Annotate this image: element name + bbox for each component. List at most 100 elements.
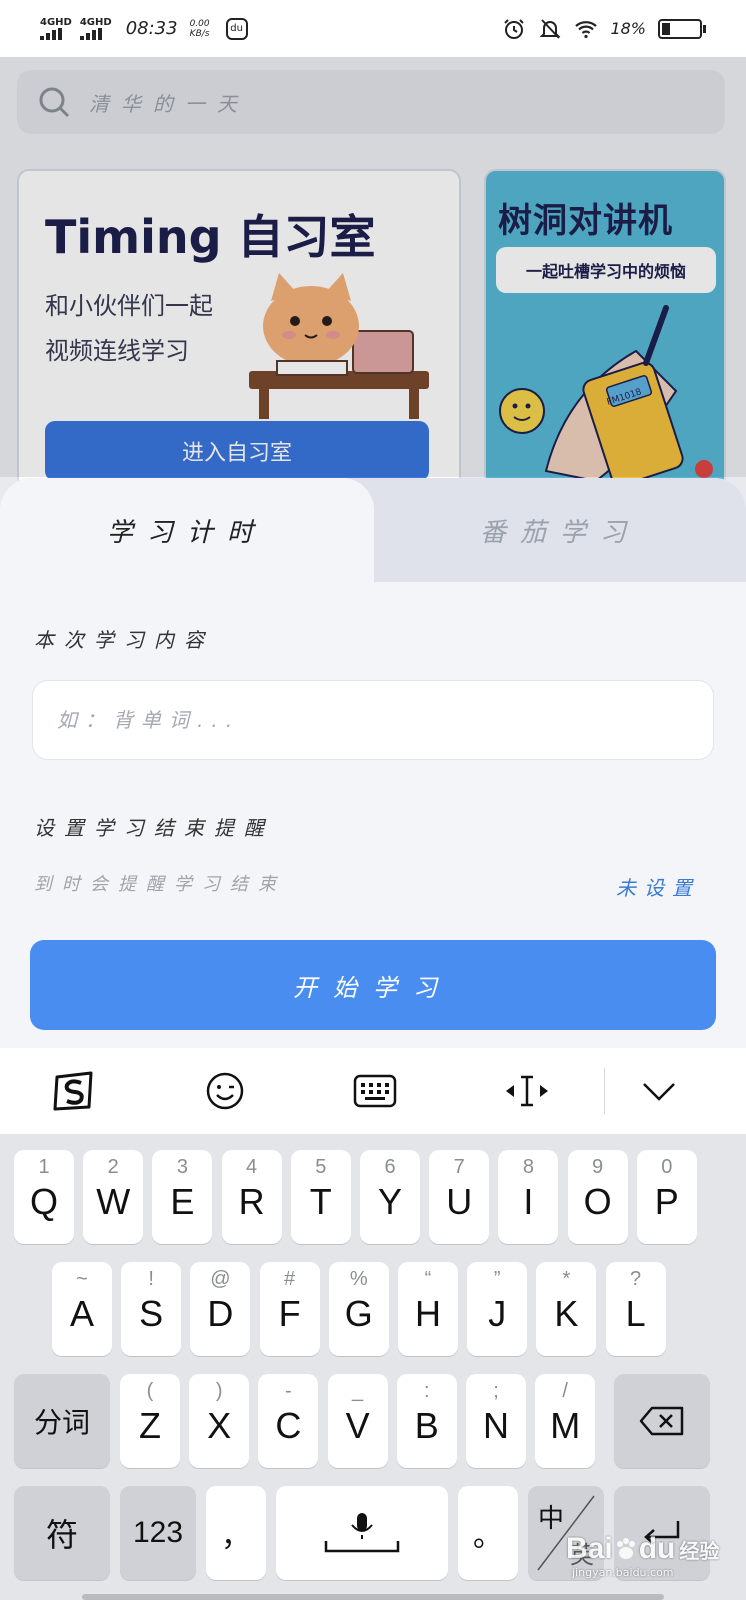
app-notification-icon: du — [225, 17, 248, 40]
key-p[interactable]: 0P — [636, 1150, 697, 1244]
end-reminder-setting[interactable]: 未设置 — [616, 872, 700, 901]
key-label: R — [238, 1181, 265, 1222]
segment-key[interactable]: 分词 — [14, 1374, 110, 1468]
hide-keyboard-button[interactable] — [632, 1064, 686, 1118]
key-d[interactable]: @ D — [190, 1262, 251, 1356]
key-label: P — [654, 1181, 679, 1222]
key-g[interactable]: % G — [328, 1262, 389, 1356]
key-label: ， — [221, 1520, 251, 1553]
cursor-move-button[interactable] — [500, 1064, 554, 1118]
soft-keyboard: 1 Q 2 W 3 E 4 R 5 T 6 Y 7 U 8 I 9 O 0 P ~ A! S @ D # F% G “H” J * K? L 分词… — [0, 1134, 746, 1600]
status-bar: 4GHD 4GHD 08:33 0.00 KB/s du 18% — [0, 0, 746, 57]
key-hint: ) — [215, 1380, 223, 1402]
key-label: 分词 — [33, 1407, 90, 1438]
network-speed-unit: KB/s — [189, 28, 210, 39]
wifi-icon — [575, 20, 598, 38]
key-label: Z — [139, 1405, 161, 1446]
key-r[interactable]: 4R — [221, 1150, 282, 1244]
signal-sim2: 4GHD — [79, 16, 112, 40]
key-hint: : — [424, 1380, 430, 1402]
key-hint: ” — [493, 1268, 501, 1290]
signal-label: 4GHD — [79, 16, 112, 28]
keyboard-icon — [353, 1074, 397, 1108]
sogou-logo-button[interactable] — [46, 1064, 100, 1118]
key-e[interactable]: 3E — [152, 1150, 213, 1244]
home-indicator[interactable] — [82, 1594, 664, 1600]
key-i[interactable]: 8I — [498, 1150, 559, 1244]
key-label: K — [554, 1293, 579, 1334]
key-k[interactable]: * K — [536, 1262, 597, 1356]
key-l[interactable]: ? L — [605, 1262, 666, 1356]
key-label: Y — [377, 1181, 402, 1222]
end-reminder-description: 到时会提醒学习结束 — [34, 874, 286, 895]
key-h[interactable]: “H — [398, 1262, 458, 1356]
emoji-button[interactable] — [198, 1064, 252, 1118]
key-label: S — [139, 1293, 164, 1334]
mute-bell-icon — [540, 18, 561, 39]
symbol-key[interactable]: 符 — [14, 1486, 110, 1580]
key-b[interactable]: :B — [396, 1374, 457, 1468]
start-study-button[interactable]: 开始学习 — [30, 940, 716, 1030]
key-hint: / — [562, 1380, 568, 1402]
space-key[interactable] — [276, 1486, 448, 1580]
key-label: Q — [29, 1181, 58, 1222]
key-y[interactable]: 6Y — [360, 1150, 420, 1244]
key-q[interactable]: 1Q — [14, 1150, 74, 1244]
key-hint: ! — [148, 1268, 154, 1290]
key-hint: 1 — [38, 1156, 50, 1178]
key-label: H — [415, 1293, 441, 1334]
key-w[interactable]: 2W — [83, 1150, 144, 1244]
key-label: W — [96, 1181, 131, 1222]
number-key[interactable]: 123 — [120, 1486, 196, 1580]
key-label: L — [625, 1293, 646, 1334]
key-hint: ( — [146, 1380, 154, 1402]
end-reminder-label: 设置学习结束提醒 — [34, 816, 274, 840]
key-hint: 2 — [107, 1156, 119, 1178]
baidu-jingyan-watermark: Bai du 经验 jingyan.baidu.com — [566, 1532, 736, 1592]
key-o[interactable]: 9O — [567, 1150, 628, 1244]
keyboard-switch-button[interactable] — [348, 1064, 402, 1118]
chevron-down-icon — [643, 1083, 675, 1101]
status-time: 08:33 — [125, 18, 178, 39]
key-s[interactable]: ! S — [121, 1262, 182, 1356]
key-u[interactable]: 7U — [429, 1150, 490, 1244]
key-n[interactable]: ; N — [466, 1374, 526, 1468]
comma-key[interactable]: ， — [206, 1486, 266, 1580]
battery-percent: 18% — [610, 19, 646, 38]
key-hint: _ — [352, 1380, 364, 1402]
cursor-move-icon — [506, 1075, 548, 1107]
key-hint: 9 — [592, 1156, 604, 1178]
key-z[interactable]: (Z — [120, 1374, 180, 1468]
tab-study-timing[interactable]: 学习计时 — [0, 478, 374, 582]
network-speed: 0.00 KB/s — [190, 19, 210, 39]
key-hint: % — [349, 1268, 368, 1290]
key-label: T — [309, 1181, 332, 1222]
watermark-brand: Bai — [566, 1532, 613, 1565]
key-t[interactable]: 5T — [290, 1150, 351, 1244]
keyboard-toolbar — [0, 1048, 746, 1134]
study-timer-sheet: 学习计时 番茄学习 本次学习内容 设置学习结束提醒 到时会提醒学习结束 未设置 … — [0, 478, 746, 1050]
key-m[interactable]: / M — [535, 1374, 596, 1468]
key-a[interactable]: ~ A — [52, 1262, 112, 1356]
key-label: 。 — [473, 1520, 503, 1553]
backspace-icon — [639, 1406, 684, 1436]
watermark-url: jingyan.baidu.com — [572, 1566, 674, 1579]
key-v[interactable]: _ V — [327, 1374, 388, 1468]
tab-pomodoro[interactable]: 番茄学习 — [374, 478, 746, 582]
key-x[interactable]: ) X — [189, 1374, 250, 1468]
key-f[interactable]: # F — [259, 1262, 320, 1356]
period-key[interactable]: 。 — [458, 1486, 518, 1580]
key-c[interactable]: -C — [258, 1374, 319, 1468]
key-label: V — [345, 1405, 370, 1446]
watermark-brand-2: du — [638, 1532, 676, 1565]
key-j[interactable]: ” J — [467, 1262, 528, 1356]
battery-icon — [658, 18, 706, 39]
study-content-input[interactable] — [32, 680, 714, 760]
key-label: X — [207, 1405, 232, 1446]
key-hint: “ — [424, 1268, 432, 1290]
backspace-key[interactable] — [614, 1374, 710, 1468]
key-label: G — [344, 1293, 373, 1334]
dim-overlay — [0, 57, 746, 477]
network-speed-value: 0.00 — [189, 18, 210, 29]
status-left: 4GHD 4GHD 08:33 0.00 KB/s du — [40, 16, 248, 40]
